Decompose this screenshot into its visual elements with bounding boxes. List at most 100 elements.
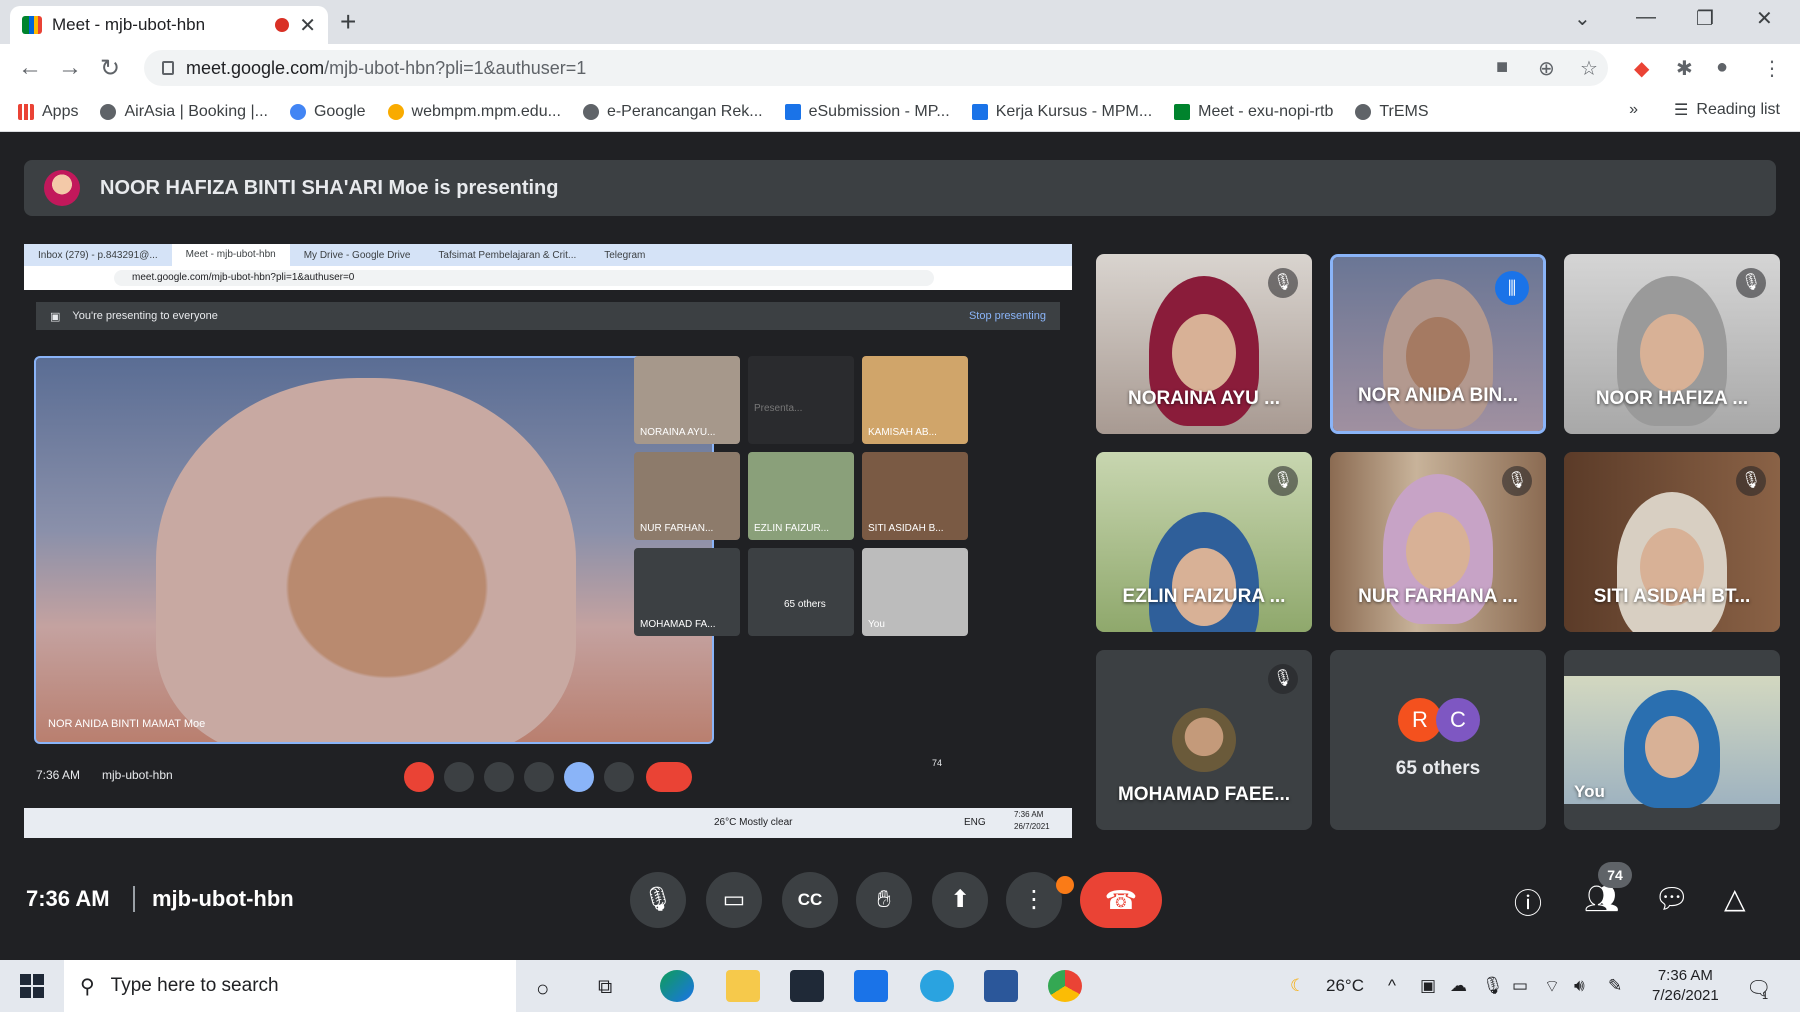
forward-arrow-icon[interactable]: → (58, 54, 82, 82)
more-options-button[interactable]: ⋮ (1006, 872, 1062, 928)
cortana-icon[interactable]: ○ (536, 976, 549, 1002)
bookmark-trems[interactable]: TrEMS (1355, 103, 1429, 121)
participant-name: NOOR HAFIZA ... (1595, 388, 1749, 409)
zoom-icon[interactable]: ⊕ (1538, 56, 1555, 81)
microphone-button[interactable]: 🎙︎ (630, 872, 686, 928)
mic-off-icon: 🎙︎ (1268, 268, 1298, 298)
address-bar[interactable]: meet.google.com/mjb-ubot-hbn?pli=1&authu… (144, 50, 1608, 86)
windows-taskbar: ⚲ Type here to search ○ ⧉ ☾ 26°C ^ ▣ ☁ 🎙… (0, 960, 1800, 1012)
bookmark-star-icon[interactable]: ☆ (1580, 56, 1598, 81)
meeting-details-icon[interactable]: ⓘ (1514, 882, 1542, 922)
shared-code: mjb-ubot-hbn (102, 768, 173, 782)
participant-name: NOR ANIDA BIN... (1357, 385, 1519, 406)
browser-menu-icon[interactable]: ⋮ (1762, 56, 1782, 81)
raise-hand-button[interactable]: ✋︎ (856, 872, 912, 928)
shared-thumb-label: EZLIN FAIZUR... (754, 523, 830, 534)
cloud-icon[interactable]: ☁ (1450, 976, 1467, 996)
globe-icon (1355, 103, 1372, 120)
shared-screen: Inbox (279) - p.843291@... Meet - mjb-ub… (24, 244, 1072, 838)
self-tile[interactable]: You (1564, 650, 1780, 830)
shared-address-bar: meet.google.com/mjb-ubot-hbn?pli=1&authu… (24, 266, 1072, 290)
bookmark-airasia[interactable]: AirAsia | Booking |... (100, 102, 268, 121)
back-arrow-icon[interactable]: ← (18, 54, 42, 82)
bookmark-label: webmpm.mpm.edu... (411, 102, 561, 120)
extensions-puzzle-icon[interactable]: ✱ (1676, 56, 1693, 81)
shared-thumb-label: 65 others (784, 599, 826, 610)
lock-icon (162, 61, 174, 75)
tab-search-icon[interactable]: ⌄ (1574, 6, 1591, 31)
volume-icon[interactable]: 🔊︎ (1574, 976, 1585, 996)
shared-participant-count: 74 (932, 758, 943, 768)
camera-button[interactable]: ▭ (706, 872, 762, 928)
edge-icon[interactable] (660, 970, 694, 1002)
bookmark-e-perancangan[interactable]: e-Perancangan Rek... (582, 103, 763, 121)
url-host: meet.google.com (186, 57, 325, 78)
weather-icon[interactable]: ☾ (1290, 976, 1305, 996)
battery-icon[interactable]: ▭ (1512, 976, 1528, 996)
chat-icon[interactable]: 💬︎ (1654, 882, 1690, 915)
participant-tile[interactable]: 🎙︎ SITI ASIDAH BT... (1564, 452, 1780, 632)
activities-icon[interactable]: △ (1724, 882, 1746, 915)
weather-temp[interactable]: 26°C (1326, 976, 1364, 996)
present-icon: ▣ (50, 310, 61, 323)
present-now-button[interactable]: ⬆ (932, 872, 988, 928)
participant-name: NORAINA AYU ... (1127, 388, 1281, 409)
leave-call-button[interactable]: ☎︎ (1080, 872, 1162, 928)
shared-thumb: KAMISAH AB... (862, 356, 968, 444)
bookmark-label: AirAsia | Booking |... (124, 102, 268, 120)
mail-icon[interactable] (854, 970, 888, 1002)
participant-tile[interactable]: 🎙︎ NUR FARHANA ... (1330, 452, 1546, 632)
apps-grid-icon (18, 103, 34, 120)
task-view-icon[interactable]: ⧉ (598, 976, 612, 999)
reading-list-button[interactable]: » ☰ Reading list (1629, 100, 1780, 120)
taskbar-clock[interactable]: 7:36 AM 7/26/2021 (1652, 966, 1719, 1006)
reload-icon[interactable]: ↻ (100, 54, 120, 83)
mic-off-icon: 🎙︎ (1736, 466, 1766, 496)
restore-icon[interactable]: ❐ (1696, 6, 1714, 31)
bookmarks-overflow-icon[interactable]: » (1629, 101, 1638, 119)
participant-tile[interactable]: 🎙︎ EZLIN FAIZURA ... (1096, 452, 1312, 632)
meet-tray-icon[interactable]: ▣ (1420, 976, 1436, 996)
presenting-banner: NOOR HAFIZA BINTI SHA'ARI Moe is present… (24, 160, 1776, 216)
avatar-letter: C (1436, 698, 1480, 742)
extension-cast-icon[interactable]: ◆ (1634, 56, 1649, 81)
close-tab-icon[interactable]: ✕ (299, 13, 316, 38)
participant-tile[interactable]: 🎙︎ MOHAMAD FAEE... (1096, 650, 1312, 830)
pen-icon[interactable]: ✎ (1608, 976, 1622, 996)
captions-button[interactable]: CC (782, 872, 838, 928)
globe-icon (582, 103, 599, 120)
windows-start-icon[interactable] (20, 974, 44, 998)
bookmark-esubmission[interactable]: eSubmission - MP... (784, 103, 950, 121)
participant-tile[interactable]: 🎙︎ NORAINA AYU ... (1096, 254, 1312, 434)
close-window-icon[interactable]: ✕ (1756, 6, 1773, 31)
mic-tray-icon[interactable]: 🎙︎ (1482, 976, 1504, 996)
wifi-icon[interactable]: ⌔ (1544, 976, 1560, 997)
profile-avatar-icon[interactable]: ● (1716, 56, 1728, 79)
tray-chevron-icon[interactable]: ^ (1388, 976, 1396, 996)
shared-leave-icon (646, 762, 692, 792)
file-explorer-icon[interactable] (726, 970, 760, 1002)
bookmark-meet[interactable]: Meet - exu-nopi-rtb (1174, 103, 1333, 121)
shared-thumb-label: NUR FARHAN... (640, 523, 714, 534)
shared-main-name: NOR ANIDA BINTI MAMAT Moe (48, 718, 206, 730)
participants-others-tile[interactable]: R C 65 others (1330, 650, 1546, 830)
more-vertical-icon: ⋮ (1022, 886, 1046, 913)
new-tab-button[interactable]: + (340, 6, 356, 38)
bookmark-kerja-kursus[interactable]: Kerja Kursus - MPM... (971, 103, 1152, 121)
store-icon[interactable] (790, 970, 824, 1002)
taskbar-search-box[interactable]: ⚲ Type here to search (64, 960, 516, 1012)
shared-more-icon (604, 762, 634, 792)
chrome-icon[interactable] (1048, 970, 1082, 1002)
participant-tile-active[interactable]: ⫼ NOR ANIDA BIN... (1330, 254, 1546, 434)
minimize-icon[interactable]: — (1636, 6, 1656, 29)
browser-tab-meet[interactable]: Meet - mjb-ubot-hbn ✕ (10, 6, 328, 44)
bookmark-apps[interactable]: Apps (18, 103, 78, 121)
camera-indicator-icon[interactable]: ■ (1496, 56, 1508, 79)
participant-count-badge: 74 (1598, 862, 1632, 888)
participant-tile[interactable]: 🎙︎ NOOR HAFIZA ... (1564, 254, 1780, 434)
camera-icon: ▭ (722, 886, 746, 913)
telegram-icon[interactable] (920, 970, 954, 1002)
word-icon[interactable] (984, 970, 1018, 1002)
bookmark-webmpm[interactable]: webmpm.mpm.edu... (387, 102, 561, 121)
bookmark-google[interactable]: Google (289, 103, 366, 121)
